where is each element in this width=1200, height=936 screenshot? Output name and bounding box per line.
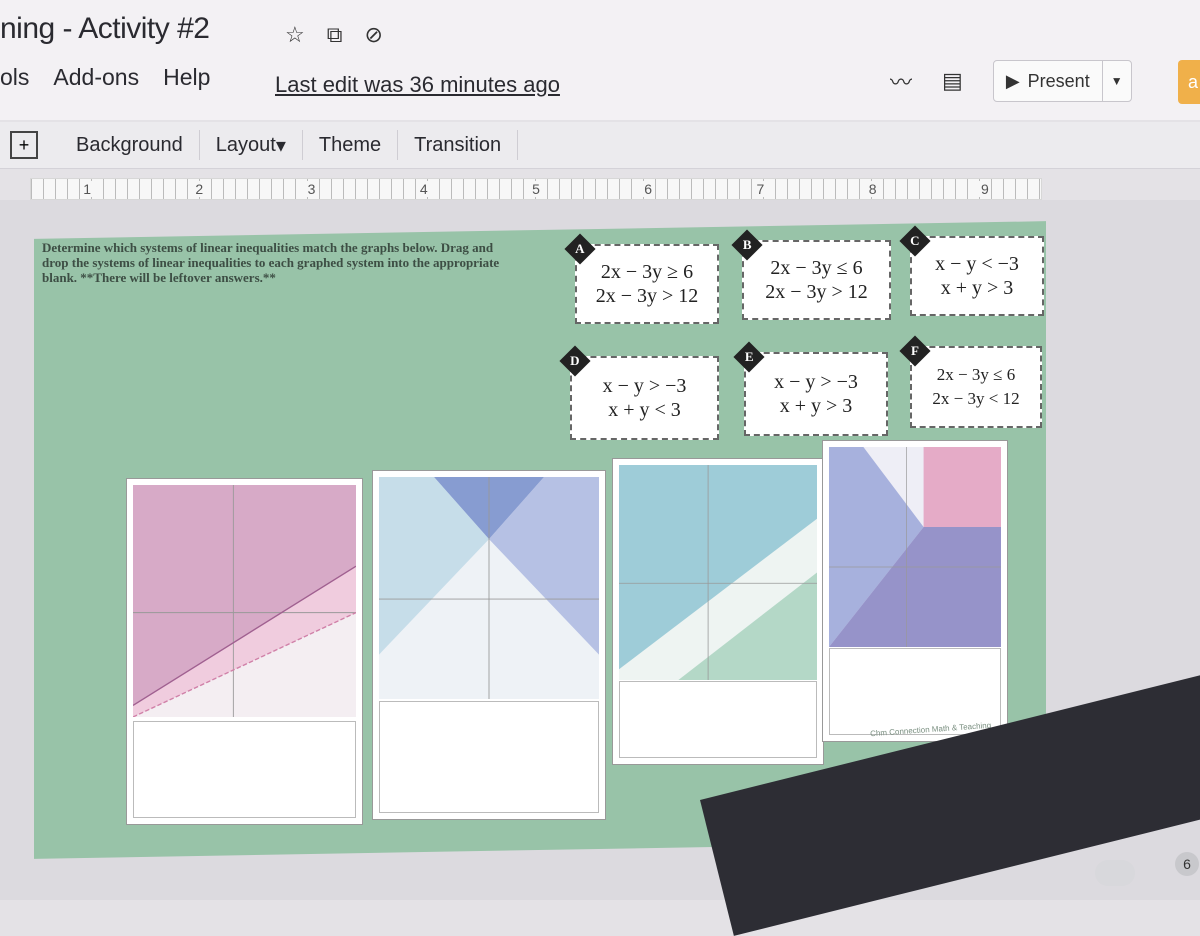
star-icon[interactable]: ☆ bbox=[285, 22, 305, 48]
graph-panel-1 bbox=[126, 478, 363, 825]
document-title[interactable]: ning - Activity #2 bbox=[0, 12, 210, 46]
ruler-mark: 3 bbox=[305, 181, 318, 197]
inequality: 2x − 3y ≥ 6 bbox=[600, 261, 694, 283]
trending-icon[interactable]: 〰 bbox=[890, 65, 912, 97]
card-d[interactable]: D x − y > −3 x + y < 3 bbox=[559, 345, 719, 440]
move-to-folder-icon[interactable]: ⧉ bbox=[327, 22, 343, 48]
title-icons: ☆ ⧉ ⊘ bbox=[285, 22, 383, 48]
ruler-mark: 8 bbox=[866, 181, 879, 197]
graph-1-svg bbox=[133, 485, 356, 717]
cloud-status-icon[interactable]: ⊘ bbox=[364, 22, 382, 48]
graph-panel-3 bbox=[612, 458, 824, 765]
answer-drop-zone-3[interactable] bbox=[619, 681, 817, 758]
graph-2-svg bbox=[379, 477, 599, 699]
card-b[interactable]: B 2x − 3y ≤ 6 2x − 3y > 12 bbox=[731, 229, 891, 320]
menu-addons[interactable]: Add-ons bbox=[53, 64, 139, 91]
inequality: 2x − 3y > 12 bbox=[765, 281, 868, 303]
card-a[interactable]: A 2x − 3y ≥ 6 2x − 3y > 12 bbox=[564, 233, 719, 324]
ruler-mark: 5 bbox=[530, 181, 542, 197]
inequality: 2x − 3y > 12 bbox=[595, 285, 699, 307]
inequality: x + y < 3 bbox=[608, 399, 681, 421]
transition-button[interactable]: Transition bbox=[398, 130, 519, 160]
inequality: x − y > −3 bbox=[602, 375, 687, 397]
inequality: 2x − 3y ≤ 6 bbox=[770, 257, 863, 279]
present-main[interactable]: ▶ Present bbox=[994, 61, 1103, 101]
instructions-text: Determine which systems of linear inequa… bbox=[42, 240, 500, 285]
ruler-mark: 9 bbox=[978, 181, 991, 197]
card-c[interactable]: C x − y < −3 x + y > 3 bbox=[899, 225, 1044, 316]
background-button[interactable]: Background bbox=[60, 130, 200, 160]
new-slide-icon[interactable]: + bbox=[10, 131, 38, 159]
card-e[interactable]: E x − y > −3 x + y > 3 bbox=[733, 341, 888, 436]
graph-panel-4 bbox=[822, 440, 1008, 742]
graph-panel-2 bbox=[372, 470, 606, 820]
header-right-tools: 〰 ▤ ▶ Present ▼ bbox=[890, 60, 1132, 102]
menu-tools[interactable]: ols bbox=[0, 64, 29, 91]
play-icon: ▶ bbox=[1005, 70, 1020, 91]
ruler-mark: 7 bbox=[754, 181, 767, 197]
card-f[interactable]: F 2x − 3y ≤ 6 2x − 3y < 12 bbox=[899, 335, 1042, 428]
ruler-mark: 2 bbox=[193, 181, 206, 197]
tray-badge[interactable]: 6 bbox=[1175, 852, 1199, 876]
inequality: x − y > −3 bbox=[774, 371, 858, 393]
answer-drop-zone-1[interactable] bbox=[133, 721, 356, 818]
theme-button[interactable]: Theme bbox=[303, 130, 399, 160]
graph-4-svg bbox=[829, 447, 1001, 647]
graph-4 bbox=[829, 447, 1001, 647]
present-dropdown-caret[interactable]: ▼ bbox=[1103, 74, 1131, 88]
horizontal-ruler[interactable]: 1 2 3 4 5 6 7 8 9 bbox=[30, 178, 1042, 200]
inequality: x + y > 3 bbox=[940, 277, 1014, 299]
comments-icon[interactable]: ▤ bbox=[942, 68, 963, 94]
layout-button[interactable]: Layout ▾ bbox=[200, 130, 303, 160]
toolbar: + Background Layout ▾ Theme Transition bbox=[0, 122, 1200, 169]
ruler-mark: 1 bbox=[81, 181, 93, 197]
menu-bar: ols Add-ons Help bbox=[0, 64, 210, 91]
tray-app-icon[interactable] bbox=[1095, 860, 1135, 886]
layout-label: Layout bbox=[215, 133, 276, 156]
present-label: Present bbox=[1027, 70, 1090, 91]
menu-help[interactable]: Help bbox=[163, 64, 210, 91]
graph-1 bbox=[133, 485, 356, 717]
inequality: x − y < −3 bbox=[935, 253, 1019, 275]
share-button[interactable]: a bbox=[1178, 60, 1200, 104]
graph-2 bbox=[379, 477, 599, 699]
chevron-down-icon: ▾ bbox=[275, 134, 286, 157]
answer-drop-zone-2[interactable] bbox=[379, 701, 599, 813]
inequality: 2x − 3y < 12 bbox=[932, 389, 1020, 408]
top-bar: ning - Activity #2 ☆ ⧉ ⊘ ols Add-ons Hel… bbox=[0, 0, 1200, 120]
last-edit-link[interactable]: Last edit was 36 minutes ago bbox=[275, 72, 560, 98]
graph-3 bbox=[619, 465, 817, 680]
inequality: 2x − 3y ≤ 6 bbox=[936, 365, 1016, 384]
graph-3-svg bbox=[619, 465, 817, 680]
shaded-region-pink bbox=[923, 447, 1001, 527]
ruler-mark: 6 bbox=[642, 181, 655, 197]
present-button[interactable]: ▶ Present ▼ bbox=[992, 60, 1132, 102]
ruler-mark: 4 bbox=[417, 181, 430, 197]
inequality: x + y > 3 bbox=[779, 395, 853, 417]
